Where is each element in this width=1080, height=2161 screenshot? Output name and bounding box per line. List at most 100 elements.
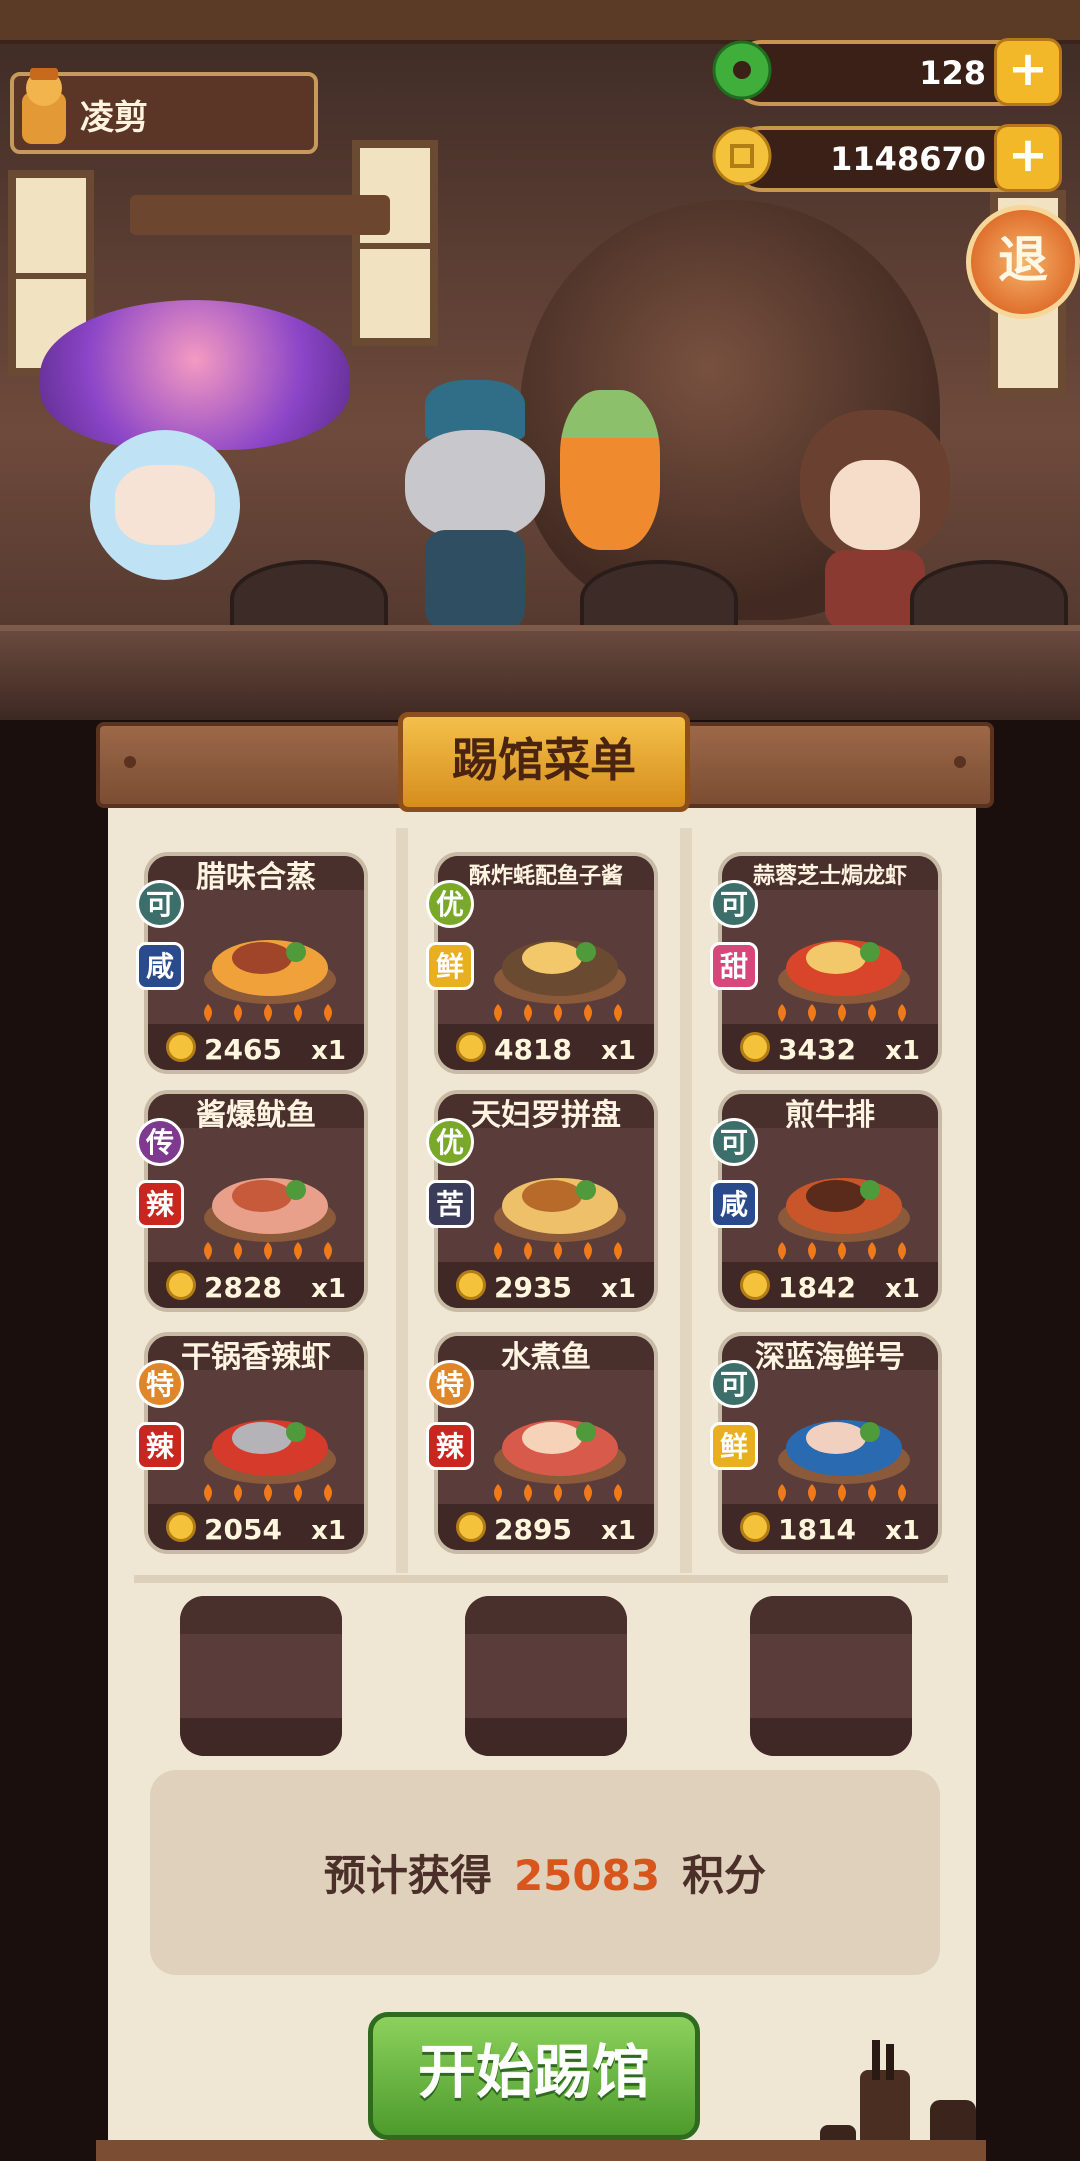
exit-button[interactable]: 退 bbox=[966, 205, 1080, 319]
gold-amount: 1148670 bbox=[830, 140, 986, 178]
dish-image-icon bbox=[494, 1178, 626, 1242]
dish-card[interactable]: 干锅香辣虾 2054 x1 特辣 bbox=[136, 1332, 368, 1554]
dish-name: 煎牛排 bbox=[785, 1098, 875, 1133]
flavor-badge: 鲜 bbox=[710, 1422, 758, 1470]
dish-card[interactable]: 酥炸蚝配鱼子酱 4818 x1 优鲜 bbox=[426, 852, 658, 1074]
estimate-box: 预计获得 25083 积分 bbox=[150, 1770, 940, 1975]
flame-row-icon bbox=[778, 1004, 906, 1022]
flavor-badge: 咸 bbox=[710, 1180, 758, 1228]
carrot-vase bbox=[560, 390, 660, 550]
dish-image-icon bbox=[494, 1420, 626, 1484]
grade-badge: 特 bbox=[426, 1360, 474, 1408]
dish-image-icon bbox=[778, 940, 910, 1004]
player-avatar-icon bbox=[22, 68, 66, 144]
dish-image-icon bbox=[778, 1420, 910, 1484]
dish-card[interactable]: 天妇罗拼盘 2935 x1 优苦 bbox=[426, 1090, 658, 1312]
dish-name: 水煮鱼 bbox=[501, 1340, 591, 1375]
start-challenge-button[interactable]: 开始踢馆 bbox=[368, 2012, 700, 2140]
player-name: 凌剪 bbox=[80, 98, 148, 138]
dish-quantity: x1 bbox=[885, 1516, 920, 1546]
dish-quantity: x1 bbox=[311, 1274, 346, 1304]
dish-card[interactable]: 深蓝海鲜号 1814 x1 可鲜 bbox=[710, 1332, 942, 1554]
gold-currency-bar: 1148670 + bbox=[712, 124, 1062, 192]
dish-image-icon bbox=[204, 1420, 336, 1484]
dish-quantity: x1 bbox=[311, 1036, 346, 1066]
flame-row-icon bbox=[204, 1004, 332, 1022]
dish-card[interactable]: 腊味合蒸 2465 x1 可咸 bbox=[136, 852, 368, 1074]
add-gold-button[interactable]: + bbox=[994, 124, 1062, 192]
flame-row-icon bbox=[778, 1484, 906, 1502]
jade-amount: 128 bbox=[919, 54, 986, 92]
hanging-shelf bbox=[130, 195, 390, 235]
dish-quantity: x1 bbox=[311, 1516, 346, 1546]
estimate-suffix: 积分 bbox=[682, 1851, 767, 1900]
dish-card[interactable]: 蒜蓉芝士焗龙虾 3432 x1 可甜 bbox=[710, 852, 942, 1074]
flame-row-icon bbox=[494, 1484, 622, 1502]
jade-coin-icon bbox=[712, 40, 772, 100]
dish-price: 1842 bbox=[778, 1271, 856, 1304]
grade-badge: 传 bbox=[136, 1118, 184, 1166]
flavor-badge: 甜 bbox=[710, 942, 758, 990]
gold-coin-icon bbox=[740, 1512, 770, 1542]
dish-price: 1814 bbox=[778, 1513, 856, 1546]
gold-coin-icon bbox=[456, 1270, 486, 1300]
dish-card[interactable]: 煎牛排 1842 x1 可咸 bbox=[710, 1090, 942, 1312]
dish-price: 2828 bbox=[204, 1271, 282, 1304]
flame-row-icon bbox=[204, 1242, 332, 1260]
grade-badge: 可 bbox=[710, 1118, 758, 1166]
grade-badge: 可 bbox=[136, 880, 184, 928]
gold-coin-icon bbox=[166, 1032, 196, 1062]
dish-image-icon bbox=[204, 940, 336, 1004]
jade-currency-bar: 128 + bbox=[712, 38, 1062, 106]
stove-counter bbox=[0, 625, 1080, 720]
gold-coin-icon bbox=[456, 1512, 486, 1542]
dish-name: 深蓝海鲜号 bbox=[755, 1340, 905, 1375]
dish-price: 2054 bbox=[204, 1513, 282, 1546]
character-wolf bbox=[385, 380, 565, 630]
grade-badge: 优 bbox=[426, 1118, 474, 1166]
flavor-badge: 苦 bbox=[426, 1180, 474, 1228]
gold-coin-icon bbox=[740, 1270, 770, 1300]
flame-row-icon bbox=[778, 1242, 906, 1260]
menu-title: 踢馆菜单 bbox=[398, 712, 690, 812]
dish-name: 腊味合蒸 bbox=[196, 860, 316, 895]
dish-card[interactable]: 酱爆鱿鱼 2828 x1 传辣 bbox=[136, 1090, 368, 1312]
dish-quantity: x1 bbox=[885, 1274, 920, 1304]
empty-dish-slot[interactable] bbox=[180, 1596, 342, 1756]
bottom-beam bbox=[96, 2140, 986, 2161]
dish-price: 2895 bbox=[494, 1513, 572, 1546]
dish-quantity: x1 bbox=[601, 1516, 636, 1546]
gold-coin-icon bbox=[456, 1032, 486, 1062]
dish-quantity: x1 bbox=[885, 1036, 920, 1066]
flavor-badge: 辣 bbox=[136, 1180, 184, 1228]
empty-dish-slot[interactable] bbox=[750, 1596, 912, 1756]
gold-coin-icon bbox=[166, 1512, 196, 1542]
dish-price: 3432 bbox=[778, 1033, 856, 1066]
gold-coin-icon bbox=[712, 126, 772, 186]
grade-badge: 特 bbox=[136, 1360, 184, 1408]
gold-coin-icon bbox=[166, 1270, 196, 1300]
dish-price: 2935 bbox=[494, 1271, 572, 1304]
dish-card[interactable]: 水煮鱼 2895 x1 特辣 bbox=[426, 1332, 658, 1554]
flavor-badge: 咸 bbox=[136, 942, 184, 990]
dish-image-icon bbox=[494, 940, 626, 1004]
gold-coin-icon bbox=[740, 1032, 770, 1062]
grade-badge: 可 bbox=[710, 1360, 758, 1408]
estimate-prefix: 预计获得 bbox=[323, 1851, 492, 1900]
column-divider bbox=[680, 828, 692, 1573]
flame-row-icon bbox=[494, 1004, 622, 1022]
player-name-plate[interactable]: 凌剪 bbox=[10, 68, 318, 154]
dish-price: 2465 bbox=[204, 1033, 282, 1066]
dish-image-icon bbox=[204, 1178, 336, 1242]
empty-dish-slot[interactable] bbox=[465, 1596, 627, 1756]
add-jade-button[interactable]: + bbox=[994, 38, 1062, 106]
dish-quantity: x1 bbox=[601, 1274, 636, 1304]
flame-row-icon bbox=[204, 1484, 332, 1502]
estimate-points: 25083 bbox=[513, 1851, 661, 1900]
dish-quantity: x1 bbox=[601, 1036, 636, 1066]
dish-name: 酥炸蚝配鱼子酱 bbox=[468, 864, 623, 889]
dish-name: 酱爆鱿鱼 bbox=[196, 1098, 316, 1133]
flavor-badge: 辣 bbox=[136, 1422, 184, 1470]
dish-price: 4818 bbox=[494, 1033, 572, 1066]
flavor-badge: 辣 bbox=[426, 1422, 474, 1470]
